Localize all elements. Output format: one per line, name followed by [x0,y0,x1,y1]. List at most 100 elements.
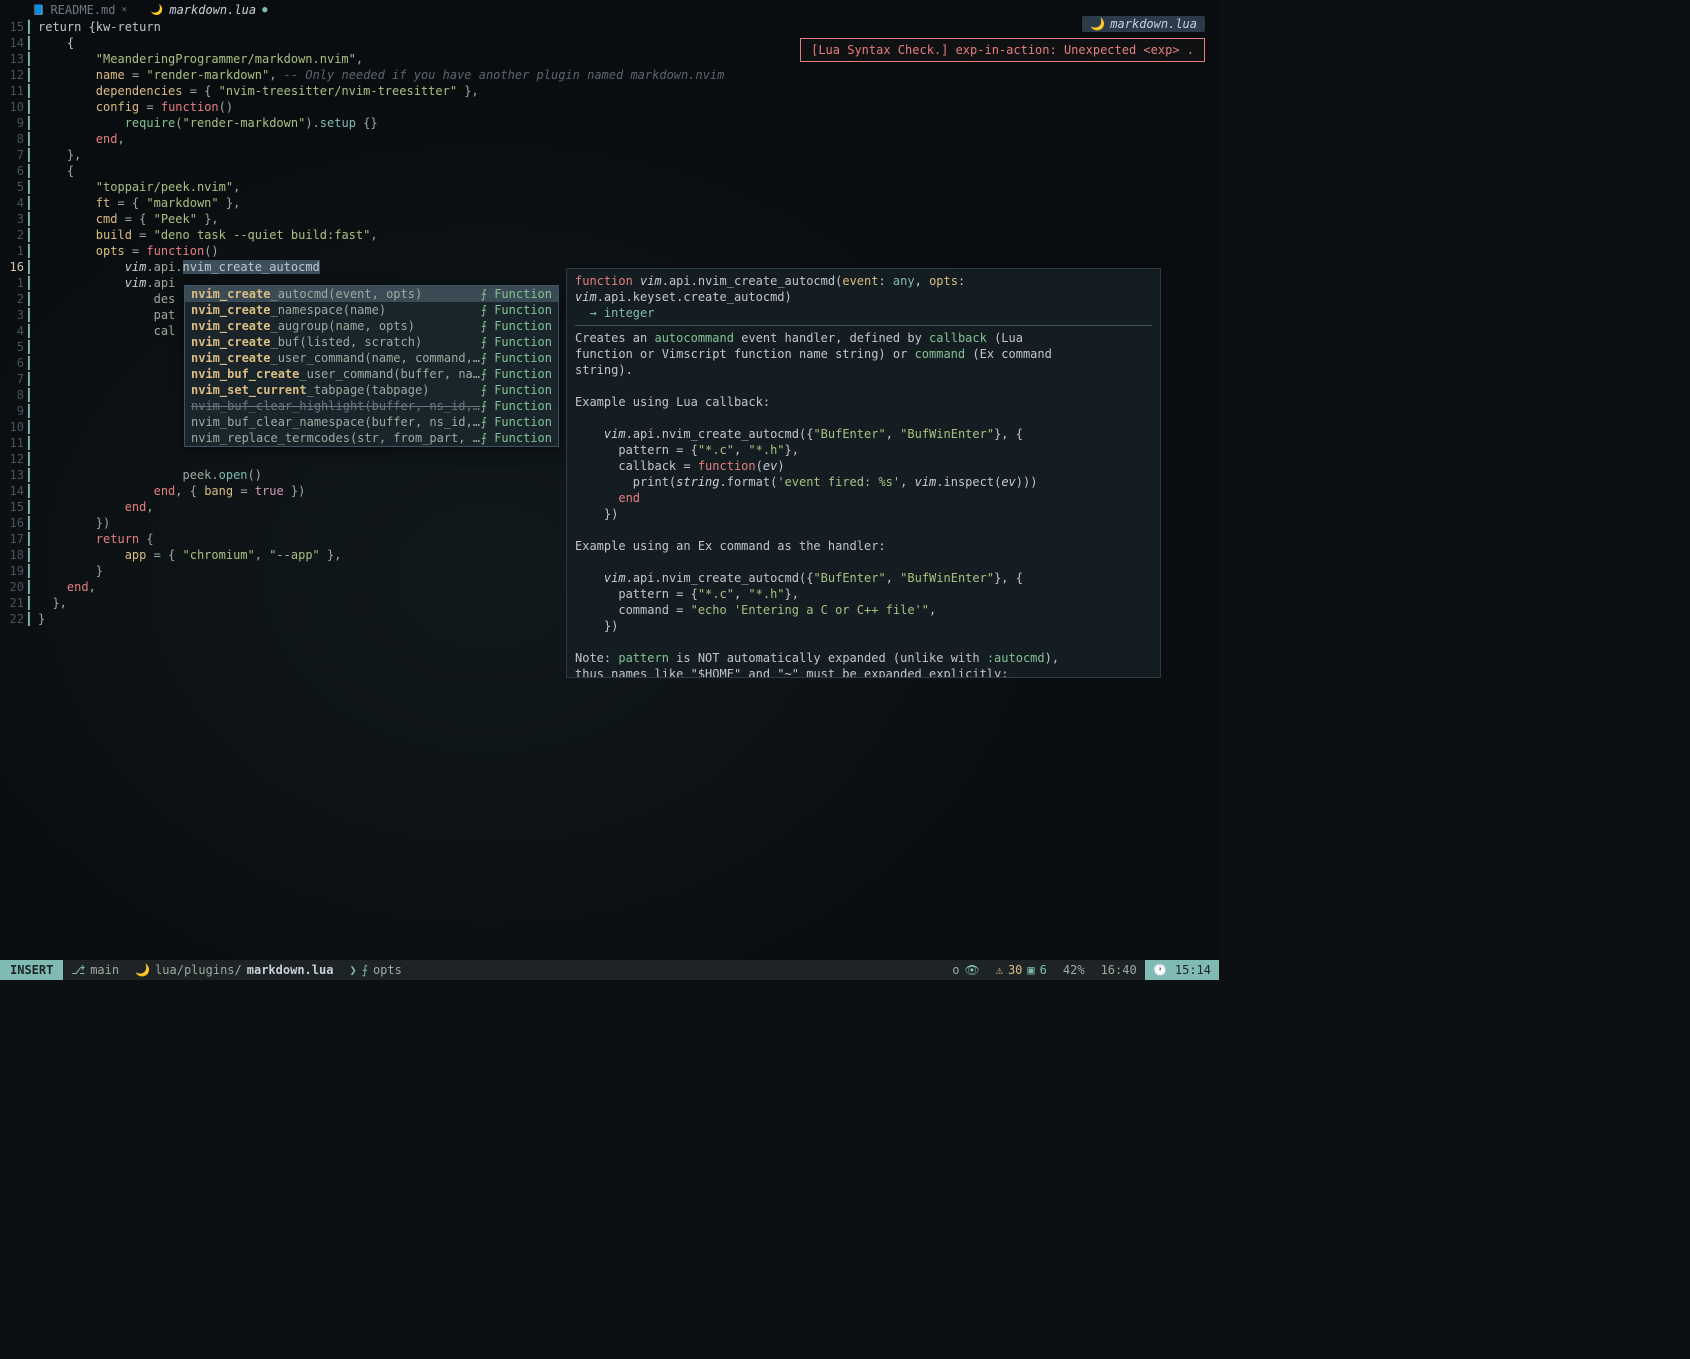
code-line[interactable]: 8▎ end, [0,132,1219,148]
statusline: INSERT ⎇ main 🌙 lua/plugins/markdown.lua… [0,960,1219,980]
code-line[interactable]: 9▎ require("render-markdown").setup {} [0,116,1219,132]
documentation-popup[interactable]: function vim.api.nvim_create_autocmd(eve… [566,268,1161,678]
code-line[interactable]: 1▎ opts = function() [0,244,1219,260]
line-number: 2 [0,292,28,308]
code-line[interactable]: 7▎ }, [0,148,1219,164]
line-number: 20 [0,580,28,596]
code-line[interactable]: 13▎ "MeanderingProgrammer/markdown.nvim"… [0,52,1219,68]
doc-body: Creates an autocommand event handler, de… [575,330,1152,678]
line-number: 11 [0,84,28,100]
git-sign-icon: ▎ [28,324,38,340]
code-line[interactable]: 2▎ build = "deno task --quiet build:fast… [0,228,1219,244]
git-sign-icon: ▎ [28,132,38,148]
completion-kind: ⨍ Function [481,431,552,445]
code-line[interactable]: 5▎ "toppair/peek.nvim", [0,180,1219,196]
doc-line: command = "echo 'Entering a C or C++ fil… [575,602,1152,618]
completion-popup[interactable]: nvim_create_autocmd(event, opts)⨍ Functi… [184,285,559,447]
line-number: 16 [0,260,28,276]
line-number: 3 [0,212,28,228]
tab-label: markdown.lua [169,3,256,17]
clock: 🕐 15:14 [1145,960,1219,980]
completion-item[interactable]: nvim_create_namespace(name)⨍ Function [185,302,558,318]
completion-item[interactable]: nvim_buf_clear_namespace(buffer, ns_id, … [185,414,558,430]
clock-icon: 🕐 [1153,963,1168,977]
doc-line: pattern = {"*.c", "*.h"}, [575,442,1152,458]
git-sign-icon: ▎ [28,340,38,356]
completion-item[interactable]: nvim_replace_termcodes(str, from_part, …… [185,430,558,446]
branch-icon: ⎇ [71,963,85,977]
completion-label: nvim_buf_create_user_command(buffer, na… [191,367,481,381]
doc-line [575,554,1152,570]
mode-indicator: INSERT [0,960,63,980]
line-number: 14 [0,484,28,500]
code-line[interactable]: 15▎return {kw-return [0,20,1219,36]
tab-bar: 📘 README.md × 🌙 markdown.lua ● [0,0,1219,20]
code-content: cmd = { "Peek" }, [38,212,1219,228]
doc-line: end [575,490,1152,506]
line-number: 18 [0,548,28,564]
completion-kind: ⨍ Function [481,351,552,365]
git-sign-icon: ▎ [28,580,38,596]
doc-line: pattern = {"*.c", "*.h"}, [575,586,1152,602]
completion-item[interactable]: nvim_create_buf(listed, scratch)⨍ Functi… [185,334,558,350]
file-icon: 📘 [32,5,44,16]
doc-line: Creates an autocommand event handler, de… [575,330,1152,346]
line-number: 8 [0,388,28,404]
line-number: 4 [0,324,28,340]
code-content: build = "deno task --quiet build:fast", [38,228,1219,244]
line-number: 19 [0,564,28,580]
line-number: 6 [0,356,28,372]
cursor-position: 16:40 [1093,963,1145,977]
code-line[interactable]: 11▎ dependencies = { "nvim-treesitter/nv… [0,84,1219,100]
completion-item[interactable]: nvim_set_current_tabpage(tabpage)⨍ Funct… [185,382,558,398]
line-number: 3 [0,308,28,324]
doc-line: Note: pattern is NOT automatically expan… [575,650,1152,666]
close-icon[interactable]: × [121,5,126,15]
git-sign-icon: ▎ [28,244,38,260]
code-line[interactable]: 3▎ cmd = { "Peek" }, [0,212,1219,228]
doc-line: thus names like "$HOME" and "~" must be … [575,666,1152,678]
code-line[interactable]: 6▎ { [0,164,1219,180]
git-sign-icon: ▎ [28,516,38,532]
line-number: 5 [0,180,28,196]
completion-item[interactable]: nvim_buf_create_user_command(buffer, na…… [185,366,558,382]
doc-line: function or Vimscript function name stri… [575,346,1152,362]
recording-indicator: o 👁 [944,963,987,977]
code-content: { [38,164,1219,180]
doc-line: Example using Lua callback: [575,394,1152,410]
line-number: 21 [0,596,28,612]
git-sign-icon: ▎ [28,84,38,100]
chevron-right-icon: ❯ [349,963,356,977]
completion-label: nvim_create_augroup(name, opts) [191,319,481,333]
git-sign-icon: ▎ [28,308,38,324]
git-sign-icon: ▎ [28,548,38,564]
doc-line [575,522,1152,538]
code-line[interactable]: 14▎ { [0,36,1219,52]
doc-separator [575,325,1152,326]
git-sign-icon: ▎ [28,596,38,612]
doc-line: }) [575,506,1152,522]
function-icon: ⨍ [362,963,368,977]
code-line[interactable]: 12▎ name = "render-markdown", -- Only ne… [0,68,1219,84]
line-number: 8 [0,132,28,148]
line-number: 7 [0,148,28,164]
completion-item[interactable]: nvim_create_user_command(name, command,…… [185,350,558,366]
git-sign-icon: ▎ [28,436,38,452]
completion-kind: ⨍ Function [481,319,552,333]
completion-item[interactable]: nvim_create_augroup(name, opts)⨍ Functio… [185,318,558,334]
completion-item[interactable]: nvim_buf_clear_highlight(buffer, ns_id,…… [185,398,558,414]
code-line[interactable]: 10▎ config = function() [0,100,1219,116]
doc-line: Example using an Ex command as the handl… [575,538,1152,554]
code-content: { [38,36,1219,52]
line-number: 13 [0,468,28,484]
code-content: dependencies = { "nvim-treesitter/nvim-t… [38,84,1219,100]
completion-item[interactable]: nvim_create_autocmd(event, opts)⨍ Functi… [185,286,558,302]
completion-kind: ⨍ Function [481,335,552,349]
tab-readme[interactable]: 📘 README.md × [20,0,139,20]
doc-line: callback = function(ev) [575,458,1152,474]
git-sign-icon: ▎ [28,148,38,164]
completion-label: nvim_create_namespace(name) [191,303,481,317]
git-sign-icon: ▎ [28,116,38,132]
code-line[interactable]: 4▎ ft = { "markdown" }, [0,196,1219,212]
tab-markdown-lua[interactable]: 🌙 markdown.lua ● [139,0,280,20]
